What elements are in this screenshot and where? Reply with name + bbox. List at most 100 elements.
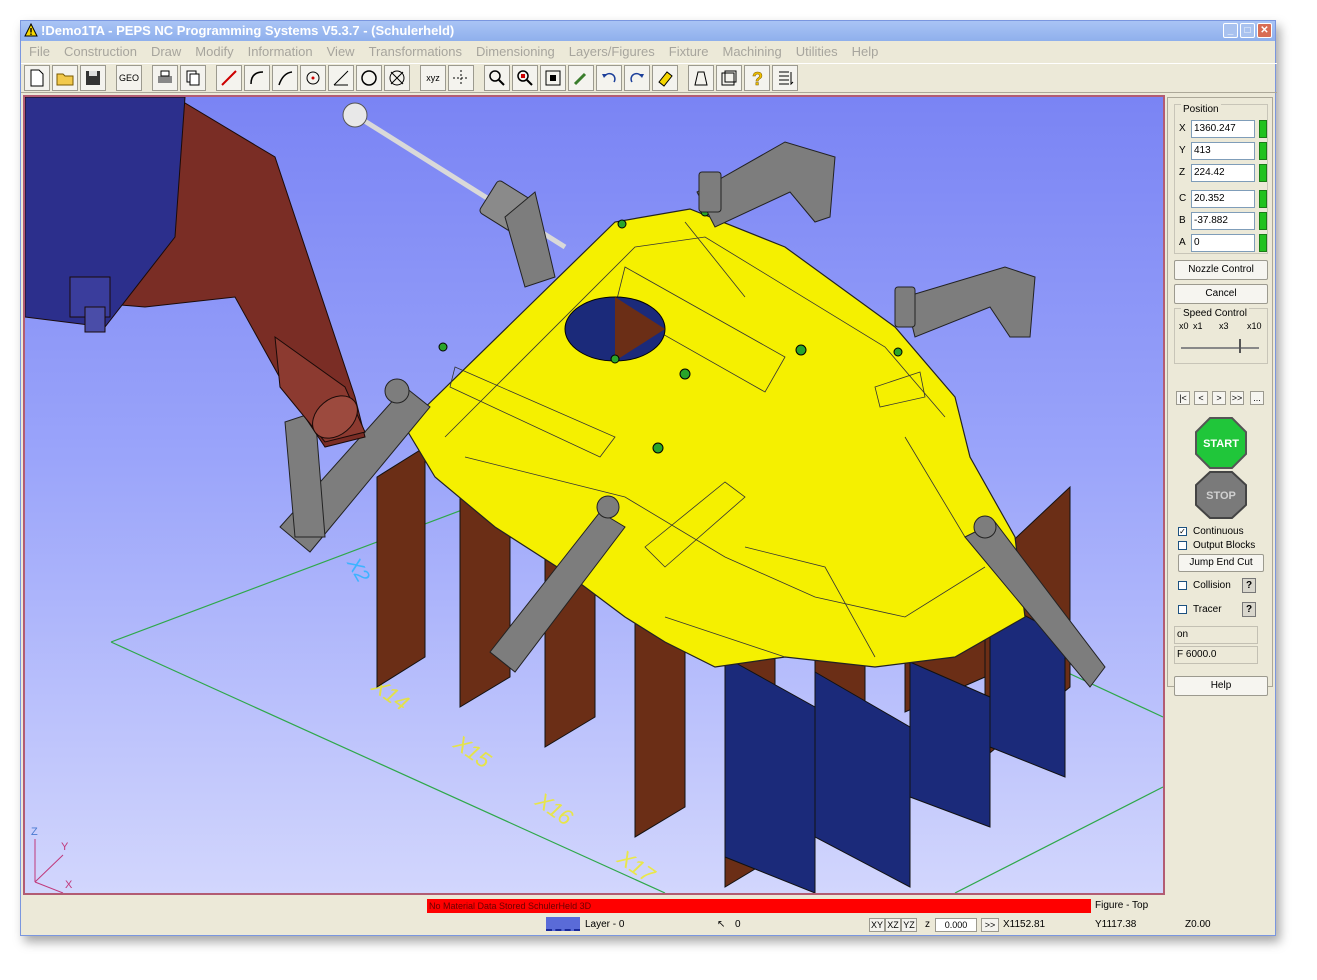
geometry-icon[interactable]: GEO (116, 65, 142, 91)
checkbox-box[interactable] (1178, 605, 1187, 614)
circle-icon[interactable] (356, 65, 382, 91)
zoom-window-icon[interactable] (512, 65, 538, 91)
save-icon[interactable] (80, 65, 106, 91)
collision-checkbox[interactable]: Collision (1178, 580, 1231, 591)
menu-construction[interactable]: Construction (64, 44, 137, 59)
nav-more-button[interactable]: ... (1250, 391, 1264, 405)
axis-triad (34, 839, 64, 893)
stop-button[interactable]: STOP (1194, 470, 1248, 520)
feed-rate-field: F 6000.0 (1174, 646, 1258, 664)
title-bar[interactable]: !Demo1TA - PEPS NC Programming Systems V… (21, 21, 1275, 41)
plane-xz-button[interactable]: XZ (885, 918, 901, 932)
z-apply-button[interactable]: >> (981, 918, 999, 932)
nozzle-control-button[interactable]: Nozzle Control (1174, 260, 1268, 280)
collision-help-button[interactable]: ? (1242, 578, 1256, 593)
help-question-icon[interactable]: ? (744, 65, 770, 91)
menu-information[interactable]: Information (248, 44, 313, 59)
speed-slider-thumb[interactable] (1239, 339, 1245, 353)
undo-icon[interactable] (596, 65, 622, 91)
position-row-c: C 20.352 (1179, 189, 1271, 209)
checkbox-box[interactable] (1178, 541, 1187, 550)
speed-control-title: Speed Control (1181, 308, 1249, 319)
menu-help[interactable]: Help (852, 44, 879, 59)
arc-tangent-icon[interactable] (272, 65, 298, 91)
open-folder-icon[interactable] (52, 65, 78, 91)
zoom-icon[interactable] (484, 65, 510, 91)
plane-xy-button[interactable]: XY (869, 918, 885, 932)
tracer-checkbox[interactable]: Tracer (1178, 604, 1222, 615)
menu-dimensioning[interactable]: Dimensioning (476, 44, 555, 59)
checkbox-box[interactable] (1178, 581, 1187, 590)
position-value-a: 0 (1191, 234, 1255, 252)
speed-tick-x10: x10 (1247, 321, 1262, 331)
print-icon[interactable] (152, 65, 178, 91)
menu-fixture[interactable]: Fixture (669, 44, 709, 59)
redo-icon[interactable] (624, 65, 650, 91)
maximize-button[interactable]: □ (1240, 23, 1255, 38)
jump-end-cut-button[interactable]: Jump End Cut (1178, 554, 1264, 572)
position-row-y: Y 413 (1179, 141, 1271, 161)
axis-label-z: Z (31, 826, 38, 838)
xyz-icon[interactable]: xyz (420, 65, 446, 91)
output-blocks-checkbox[interactable]: Output Blocks (1178, 540, 1255, 551)
position-row-b: B -37.882 (1179, 211, 1271, 231)
indicator-bar (1259, 120, 1267, 138)
toolbar: GEO xyz ? (21, 63, 1277, 93)
menu-machining[interactable]: Machining (723, 44, 782, 59)
cursor-z: Z0.00 (1185, 919, 1211, 930)
erase-icon[interactable] (652, 65, 678, 91)
copy-icon[interactable] (180, 65, 206, 91)
menu-transformations[interactable]: Transformations (369, 44, 462, 59)
indicator-bar (1259, 212, 1267, 230)
checkbox-box[interactable]: ✓ (1178, 527, 1187, 536)
fixture-icon[interactable] (688, 65, 714, 91)
3d-viewport[interactable]: X14 X15 X16 X17 X2 Z Y X (23, 95, 1165, 895)
close-button[interactable]: ✕ (1257, 23, 1272, 38)
position-row-x: X 1360.247 (1179, 119, 1271, 139)
angle-icon[interactable] (328, 65, 354, 91)
figure-view-label: Figure - Top (1095, 900, 1149, 911)
pan-icon[interactable] (568, 65, 594, 91)
position-value-b: -37.882 (1191, 212, 1255, 230)
plane-yz-button[interactable]: YZ (901, 918, 917, 932)
nav-first-button[interactable]: |< (1176, 391, 1190, 405)
z-level-input[interactable]: 0.000 (935, 918, 977, 932)
list-icon[interactable] (772, 65, 798, 91)
nav-next-button[interactable]: > (1212, 391, 1226, 405)
menu-utilities[interactable]: Utilities (796, 44, 838, 59)
indicator-bar (1259, 234, 1267, 252)
arc-icon[interactable] (244, 65, 270, 91)
cancel-button[interactable]: Cancel (1174, 284, 1268, 304)
zoom-fit-icon[interactable] (540, 65, 566, 91)
indicator-bar (1259, 142, 1267, 160)
layers-icon[interactable] (716, 65, 742, 91)
continuous-checkbox[interactable]: ✓ Continuous (1178, 526, 1244, 537)
position-row-a: A0 (1179, 233, 1271, 253)
point-icon[interactable] (300, 65, 326, 91)
grid-icon[interactable] (448, 65, 474, 91)
start-button[interactable]: START (1194, 416, 1248, 470)
minimize-button[interactable]: _ (1223, 23, 1238, 38)
speed-tick-x1: x1 (1193, 321, 1203, 331)
menu-draw[interactable]: Draw (151, 44, 181, 59)
cursor-x: X1152.81 (1003, 919, 1046, 930)
grid-label-x2: X2 (342, 553, 374, 586)
layer-color-swatch[interactable] (546, 917, 580, 931)
axis-label: Y (1179, 145, 1186, 156)
nav-prev-button[interactable]: < (1194, 391, 1208, 405)
menu-layers-figures[interactable]: Layers/Figures (569, 44, 655, 59)
line-icon[interactable] (216, 65, 242, 91)
help-button[interactable]: Help (1174, 676, 1268, 696)
output-blocks-label: Output Blocks (1193, 540, 1256, 551)
simulation-panel: Position X 1360.247 Y 413 Z 224.42 C 20.352 … (1167, 97, 1273, 696)
grid-label-x16: X16 (530, 787, 578, 831)
menu-view[interactable]: View (327, 44, 355, 59)
circle-cross-icon[interactable] (384, 65, 410, 91)
new-file-icon[interactable] (24, 65, 50, 91)
axis-label-y: Y (61, 841, 69, 853)
layer-label[interactable]: Layer - 0 (585, 918, 624, 932)
tracer-help-button[interactable]: ? (1242, 602, 1256, 617)
menu-modify[interactable]: Modify (195, 44, 233, 59)
menu-file[interactable]: File (29, 44, 50, 59)
nav-last-button[interactable]: >> (1230, 391, 1244, 405)
